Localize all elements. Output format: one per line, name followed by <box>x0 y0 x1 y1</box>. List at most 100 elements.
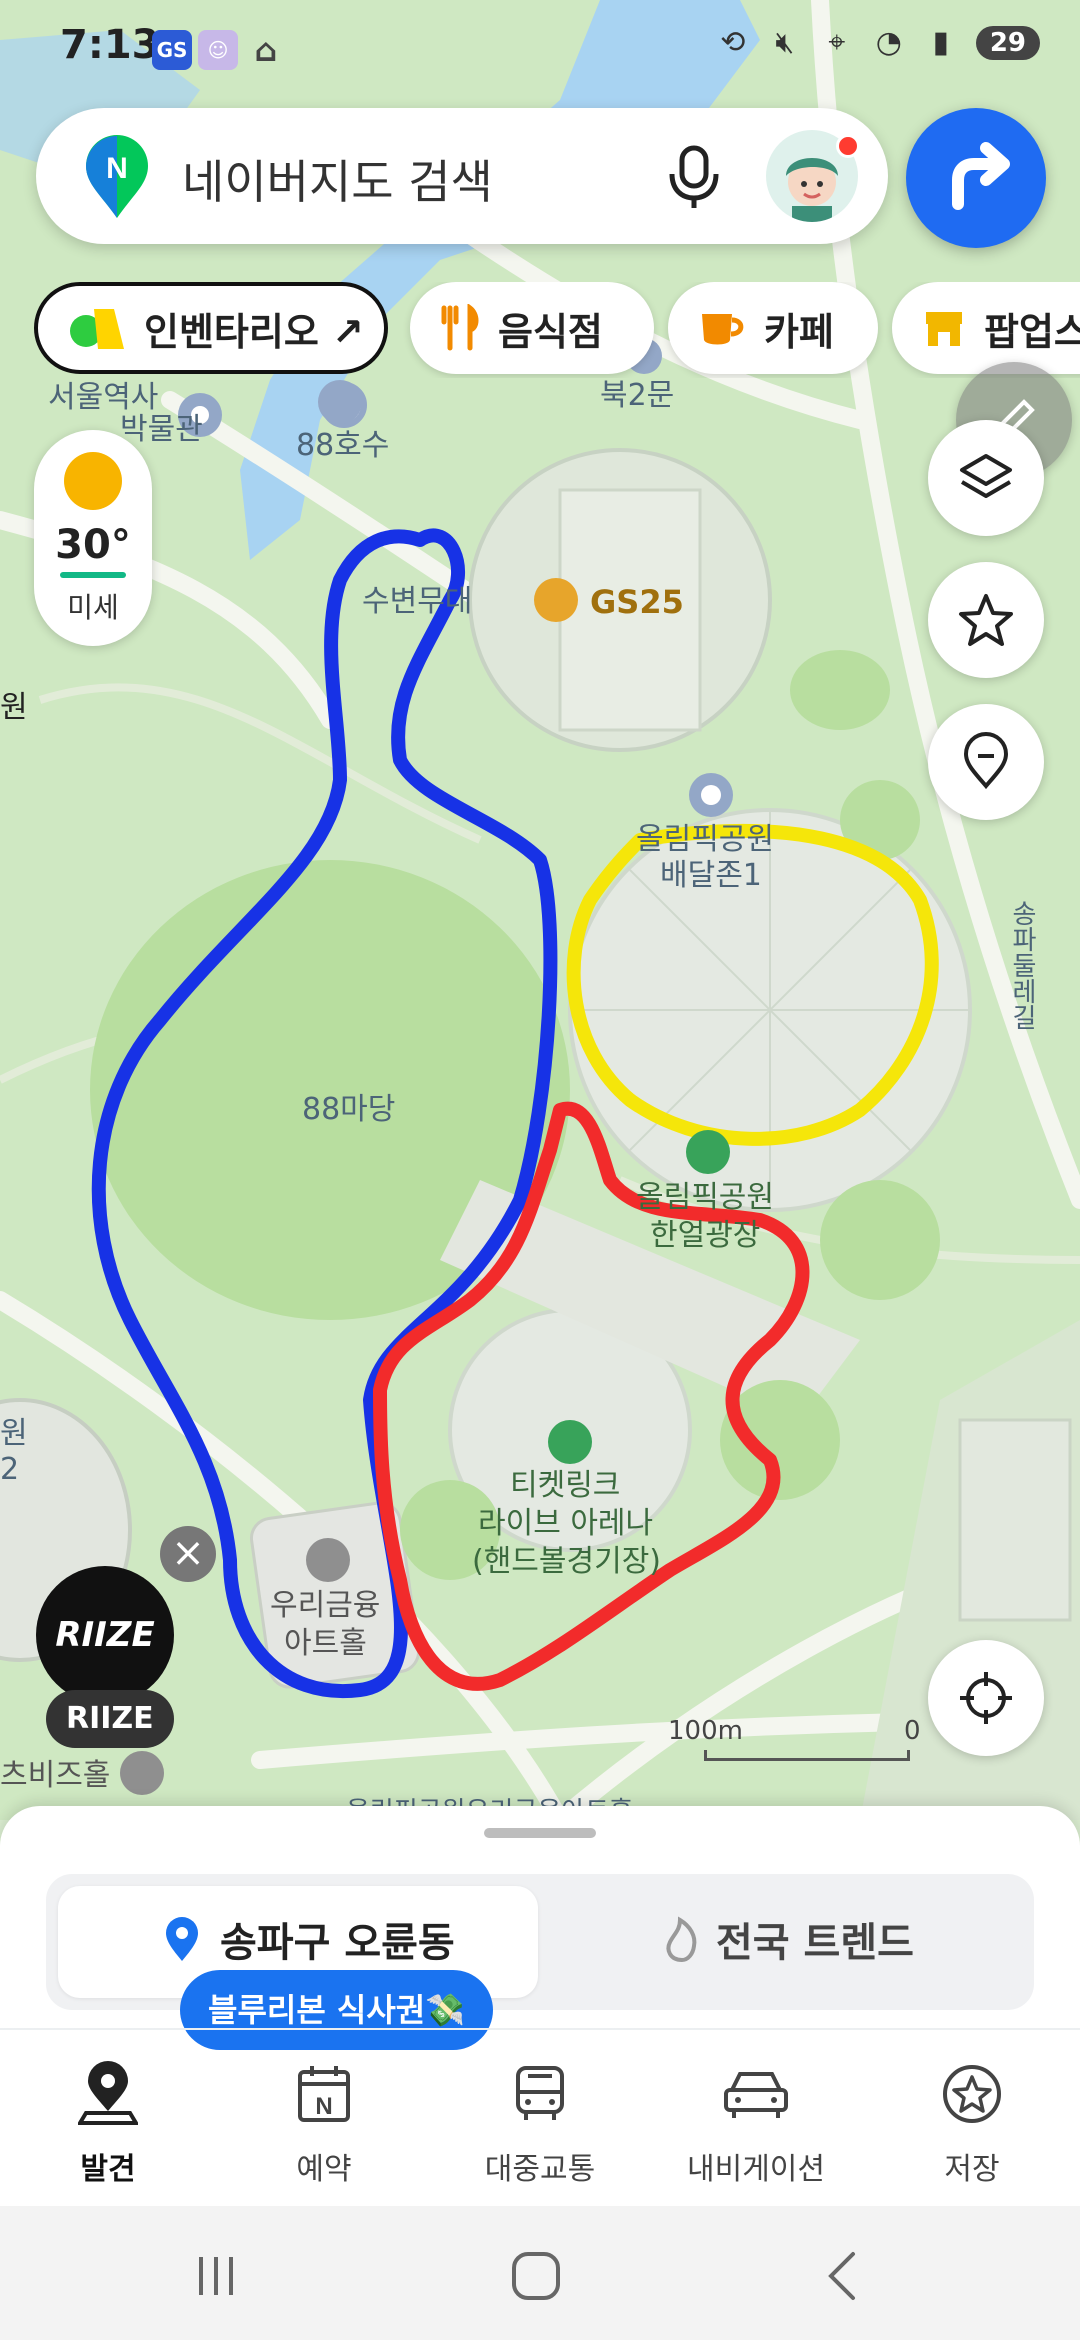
tab-navigation[interactable]: 내비게이션 <box>648 2054 864 2188</box>
flame-icon <box>666 1916 697 1962</box>
location-pin-icon <box>166 1917 198 1961</box>
tab-label: 발견 <box>80 2152 136 2187</box>
map-label-left-1: 원 <box>0 690 28 725</box>
promo-badge[interactable]: 블루리본 식사권💸 <box>180 1970 494 2050</box>
star-icon <box>959 594 1013 646</box>
sheet-handle[interactable] <box>484 1828 596 1838</box>
map-label-songpa-road: 송파둘레길 <box>1007 900 1037 1030</box>
layers-button[interactable] <box>928 420 1044 536</box>
tab-label: 대중교통 <box>484 2152 596 2187</box>
chip-label: 인벤타리오 ↗ <box>144 309 364 354</box>
tab-label: 내비게이션 <box>687 2152 825 2187</box>
notification-dot <box>836 134 860 158</box>
tab-trend[interactable]: 전국 트렌드 <box>664 1910 914 1968</box>
recent-apps-button[interactable] <box>156 2236 276 2316</box>
map-label-gs25: GS25 <box>590 583 684 621</box>
map-label-delivery-2: 배달존1 <box>660 858 762 893</box>
crosshair-icon <box>960 1672 1012 1724</box>
svg-text:N: N <box>315 2093 332 2120</box>
back-icon <box>828 2252 855 2300</box>
category-chips: 인벤타리오 ↗ 음식점 카페 팝업스 <box>34 282 1080 378</box>
square-marker-icon <box>686 1130 730 1174</box>
wifi-icon: ◔ <box>875 25 902 60</box>
back-button[interactable] <box>782 2236 902 2316</box>
search-bar[interactable]: N 네이버지도 검색 <box>36 108 888 244</box>
tab-reservation[interactable]: N 예약 <box>216 2054 432 2188</box>
air-quality-bar <box>60 572 126 578</box>
naver-map-logo-icon: N <box>86 135 148 218</box>
location-tab-label: 송파구 오륜동 <box>220 1920 455 1966</box>
tab-label: 예약 <box>296 2152 352 2187</box>
store-icon: ⌂ <box>254 31 278 69</box>
popup-store-icon <box>922 306 966 350</box>
recents-icon <box>199 2257 233 2295</box>
chip-label: 카페 <box>764 309 834 354</box>
map-label-left-3: 2 <box>0 1452 20 1487</box>
map-label-biz: 츠비즈홀 <box>0 1758 111 1793</box>
trend-tab-label: 전국 트렌드 <box>716 1920 914 1966</box>
tab-label: 저장 <box>944 2152 1000 2187</box>
map-label-square-2: 한얼광장 <box>650 1218 761 1253</box>
map-label-art-1: 우리금융 <box>270 1588 381 1623</box>
chip-inventario[interactable]: 인벤타리오 ↗ <box>34 282 388 374</box>
map-label-arena-1: 티켓링크 <box>510 1468 621 1503</box>
directions-button[interactable] <box>906 108 1046 248</box>
location-pin-icon <box>78 2061 138 2125</box>
close-icon[interactable]: × <box>160 1526 216 1582</box>
arena-marker-icon <box>548 1420 592 1464</box>
system-navigation-bar <box>0 2206 1080 2340</box>
favorites-button[interactable] <box>928 562 1044 678</box>
gs25-marker-icon <box>534 578 578 622</box>
tab-saved[interactable]: 저장 <box>864 2054 1080 2188</box>
divider <box>0 2028 1080 2030</box>
car-icon <box>724 2072 788 2118</box>
lake-poi-icon <box>318 380 362 424</box>
map-label-art-2: 아트홀 <box>284 1626 367 1661</box>
tab-discover[interactable]: 발견 <box>0 2054 216 2188</box>
map-pin-icon <box>963 732 1009 790</box>
chip-cafe[interactable]: 카페 <box>668 282 878 374</box>
chip-label: 음식점 <box>498 309 603 354</box>
map-label-lake: 88호수 <box>296 428 390 463</box>
riize-banner-button[interactable]: RIIZE <box>36 1566 174 1704</box>
tab-transit[interactable]: 대중교통 <box>432 2054 648 2188</box>
mute-icon: 🔇︎ <box>775 25 795 60</box>
current-location-button[interactable] <box>928 1640 1044 1756</box>
microphone-icon[interactable] <box>658 140 730 212</box>
calendar-n-icon: N <box>298 2066 350 2122</box>
svg-text:N: N <box>106 152 128 185</box>
chip-restaurant[interactable]: 음식점 <box>410 282 654 374</box>
dust-label: 미세 <box>67 591 119 624</box>
fork-knife-icon <box>440 304 480 352</box>
weather-widget[interactable]: 30° 미세 <box>34 430 152 646</box>
riize-tag[interactable]: RIIZE <box>46 1690 174 1748</box>
chip-popup[interactable]: 팝업스 <box>892 282 1080 374</box>
character-icon: ☺ <box>198 30 238 70</box>
status-time: 7:13 <box>60 22 160 68</box>
home-button[interactable] <box>476 2236 596 2316</box>
map-label-madang: 88마당 <box>302 1092 396 1127</box>
map-label-delivery-1: 올림픽공원 <box>636 822 774 857</box>
location-icon: ⌖ <box>828 25 846 60</box>
home-icon <box>512 2252 560 2300</box>
star-circle-icon <box>943 2065 1001 2123</box>
inventario-logo-icon <box>68 303 126 353</box>
scale-label-start: 100m <box>668 1716 743 1746</box>
search-input[interactable]: 네이버지도 검색 <box>182 146 493 212</box>
map-label-arena-3: (핸드볼경기장) <box>472 1544 662 1579</box>
map-label-square-1: 올림픽공원 <box>636 1180 774 1215</box>
map-label-left-2: 원 <box>0 1416 28 1451</box>
art-hall-marker-icon <box>306 1538 350 1582</box>
biz-hall-flag-icon <box>120 1751 164 1795</box>
layers-icon <box>960 454 1012 498</box>
bus-icon <box>516 2066 564 2120</box>
map-label-arena-2: 라이브 아레나 <box>478 1506 654 1541</box>
scale-label-end: 0 <box>904 1716 921 1746</box>
map-label-seoul-history: 서울역사 <box>48 380 159 415</box>
sync-off-icon: ⟲ <box>720 25 746 60</box>
pin-button[interactable] <box>928 704 1044 820</box>
map-label-museum-tail: 박물관 <box>120 412 203 447</box>
sun-icon <box>64 452 122 510</box>
turn-right-arrow-icon <box>952 142 1010 210</box>
battery-indicator: 29 <box>975 26 1040 60</box>
